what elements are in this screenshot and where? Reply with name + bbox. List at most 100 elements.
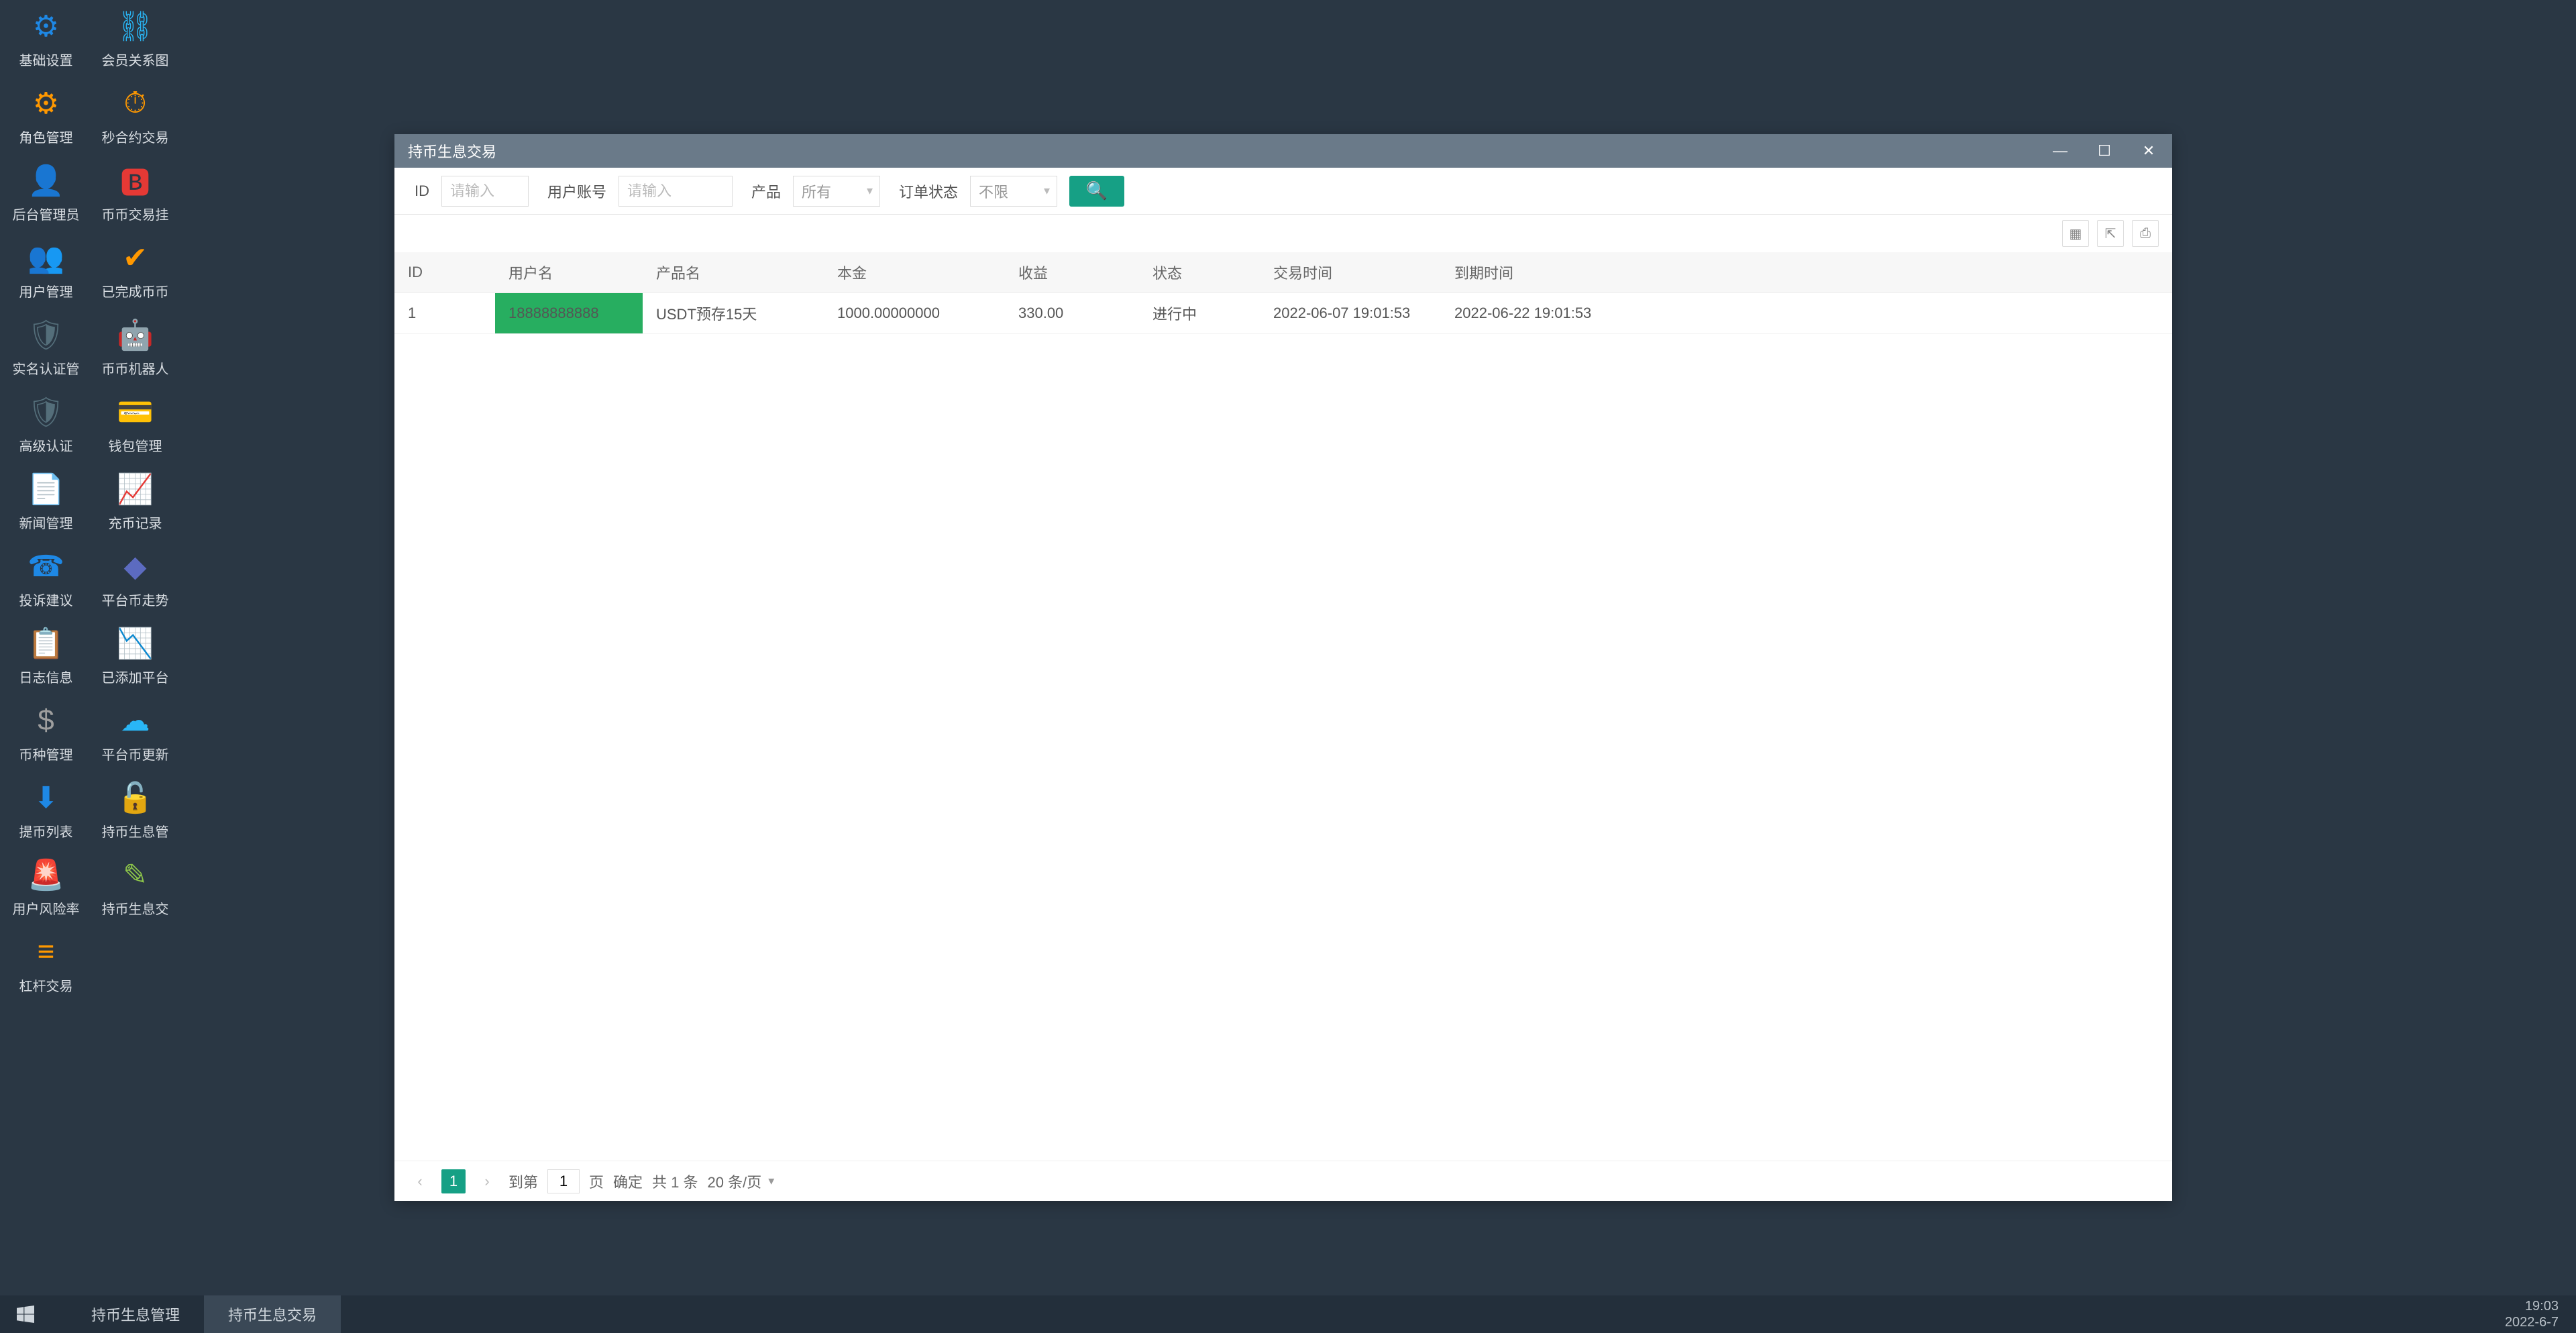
sidebar-item-13[interactable]: 📈 充币记录: [95, 471, 176, 532]
filter-status-select[interactable]: 不限: [970, 176, 1057, 207]
table-cell: 18888888888: [495, 293, 643, 334]
sidebar-item-label: 角色管理: [19, 127, 73, 146]
table-header-cell[interactable]: 收益: [1005, 252, 1139, 293]
sidebar-item-label: 投诉建议: [19, 590, 73, 609]
sidebar-item-2[interactable]: ⚙ 角色管理: [5, 85, 87, 146]
sidebar-item-1[interactable]: ⛓会员关系图: [95, 8, 176, 69]
sidebar-item-20[interactable]: ⬇提币列表: [5, 780, 87, 841]
main-window: 持币生息交易 — ☐ ✕ ID 用户账号 产品 所有 订单状态 不限 🔍 ▦ ⇱…: [394, 134, 2172, 1201]
export-icon[interactable]: ⇱: [2097, 220, 2124, 247]
sidebar-icon: ✔: [117, 239, 154, 276]
table-header-cell[interactable]: 用户名: [495, 252, 643, 293]
filter-id-label: ID: [415, 182, 429, 200]
sidebar-item-label: 持币生息交: [102, 898, 169, 918]
sidebar-icon: 🔓: [117, 780, 154, 816]
sidebar-icon: 🚨: [28, 857, 64, 893]
sidebar-item-22[interactable]: 🚨用户风险率: [5, 857, 87, 918]
sidebar-item-17[interactable]: 📉已添加平台: [95, 625, 176, 686]
sidebar-item-12[interactable]: 📄新闻管理: [5, 471, 87, 532]
sidebar-icon: 🛡: [28, 394, 64, 430]
table-header-row: ID用户名产品名本金收益状态交易时间到期时间: [394, 252, 2172, 293]
sidebar-item-7[interactable]: ✔已完成币币: [95, 239, 176, 301]
sidebar-item-14[interactable]: ☎投诉建议: [5, 548, 87, 609]
sidebar-item-9[interactable]: 🤖 币币机器人: [95, 317, 176, 378]
table-header-cell[interactable]: 交易时间: [1260, 252, 1441, 293]
window-controls: — ☐ ✕: [2050, 142, 2159, 160]
print-icon[interactable]: ⎙: [2132, 220, 2159, 247]
table-header-cell[interactable]: ID: [394, 252, 495, 293]
sidebar-item-label: 后台管理员: [13, 204, 80, 223]
sidebar-item-label: 用户管理: [19, 281, 73, 301]
sidebar-item-16[interactable]: 📋日志信息: [5, 625, 87, 686]
filter-product-select[interactable]: 所有: [793, 176, 880, 207]
search-icon: 🔍: [1086, 180, 1108, 201]
clock-date: 2022-6-7: [2505, 1314, 2559, 1330]
sidebar-item-24[interactable]: ≡杠杆交易: [5, 934, 87, 995]
taskbar-clock[interactable]: 19:03 2022-6-7: [2505, 1298, 2565, 1330]
filter-id-input[interactable]: [441, 176, 529, 207]
window-titlebar[interactable]: 持币生息交易 — ☐ ✕: [394, 134, 2172, 168]
data-table: ID用户名产品名本金收益状态交易时间到期时间 118888888888USDT预…: [394, 252, 2172, 334]
sidebar-item-label: 实名认证管: [13, 358, 80, 378]
table-row[interactable]: 118888888888USDT预存15天1000.00000000330.00…: [394, 293, 2172, 334]
sidebar-icon: 💳: [117, 394, 154, 430]
sidebar-icon: 📈: [117, 471, 154, 507]
sidebar-item-3[interactable]: ⏱秒合约交易: [95, 85, 176, 146]
sidebar-icon: 👤: [28, 162, 64, 199]
sidebar-item-label: 币币机器人: [102, 358, 169, 378]
sidebar-item-label: 日志信息: [19, 667, 73, 686]
sidebar-item-label: 提币列表: [19, 821, 73, 841]
sidebar-item-label: 杠杆交易: [19, 975, 73, 995]
sidebar-icon: ⚙: [28, 85, 64, 121]
sidebar-item-label: 基础设置: [19, 50, 73, 69]
sidebar-item-label: 平台币走势: [102, 590, 169, 609]
prev-page-button[interactable]: ‹: [408, 1169, 432, 1193]
sidebar-item-label: 充币记录: [109, 513, 162, 532]
table-toolbar: ▦ ⇱ ⎙: [394, 215, 2172, 252]
sidebar-item-6[interactable]: 👥用户管理: [5, 239, 87, 301]
sidebar-item-10[interactable]: 🛡高级认证: [5, 394, 87, 455]
sidebar-item-15[interactable]: ◆平台币走势: [95, 548, 176, 609]
sidebar-item-8[interactable]: 🛡实名认证管: [5, 317, 87, 378]
next-page-button[interactable]: ›: [475, 1169, 499, 1193]
filter-account-input[interactable]: [619, 176, 733, 207]
sidebar-item-4[interactable]: 👤 后台管理员: [5, 162, 87, 223]
goto-confirm-button[interactable]: 确定: [613, 1171, 643, 1192]
sidebar-item-label: 平台币更新: [102, 744, 169, 763]
table-cell: 1000.00000000: [824, 293, 1005, 334]
sidebar-icon: 🤖: [117, 317, 154, 353]
search-button[interactable]: 🔍: [1069, 176, 1124, 207]
sidebar-icon: ✎: [117, 857, 154, 893]
goto-page-input[interactable]: [547, 1169, 580, 1193]
start-button[interactable]: [11, 1299, 40, 1329]
table-header-cell[interactable]: 到期时间: [1441, 252, 1622, 293]
table-header-cell[interactable]: 产品名: [643, 252, 824, 293]
sidebar-item-23[interactable]: ✎ 持币生息交: [95, 857, 176, 918]
sidebar-item-0[interactable]: ⚙基础设置: [5, 8, 87, 69]
windows-icon: [17, 1305, 34, 1323]
sidebar-icon: 📄: [28, 471, 64, 507]
table-cell: 2022-06-07 19:01:53: [1260, 293, 1441, 334]
close-icon[interactable]: ✕: [2139, 142, 2159, 160]
sidebar-icon: ☁: [117, 702, 154, 739]
sidebar-item-5[interactable]: 🅱币币交易挂: [95, 162, 176, 223]
filter-status-label: 订单状态: [899, 180, 958, 202]
filter-bar: ID 用户账号 产品 所有 订单状态 不限 🔍: [394, 168, 2172, 215]
page-number-current[interactable]: 1: [441, 1169, 466, 1193]
columns-icon[interactable]: ▦: [2062, 220, 2089, 247]
sidebar-item-21[interactable]: 🔓持币生息管: [95, 780, 176, 841]
taskbar-item[interactable]: 持币生息管理: [67, 1295, 204, 1333]
page-unit-label: 页: [589, 1171, 604, 1192]
minimize-icon[interactable]: —: [2050, 142, 2070, 160]
taskbar-item[interactable]: 持币生息交易: [204, 1295, 341, 1333]
total-count: 共 1 条: [652, 1171, 698, 1192]
sidebar-item-11[interactable]: 💳钱包管理: [95, 394, 176, 455]
maximize-icon[interactable]: ☐: [2094, 142, 2114, 160]
table-header-cell[interactable]: 状态: [1139, 252, 1260, 293]
table-header-cell[interactable]: 本金: [824, 252, 1005, 293]
sidebar-item-18[interactable]: $币种管理: [5, 702, 87, 763]
page-size-select[interactable]: 20 条/页: [708, 1171, 775, 1192]
sidebar-item-label: 币币交易挂: [102, 204, 169, 223]
sidebar-icon: ⛓: [117, 8, 154, 44]
sidebar-item-19[interactable]: ☁ 平台币更新: [95, 702, 176, 763]
